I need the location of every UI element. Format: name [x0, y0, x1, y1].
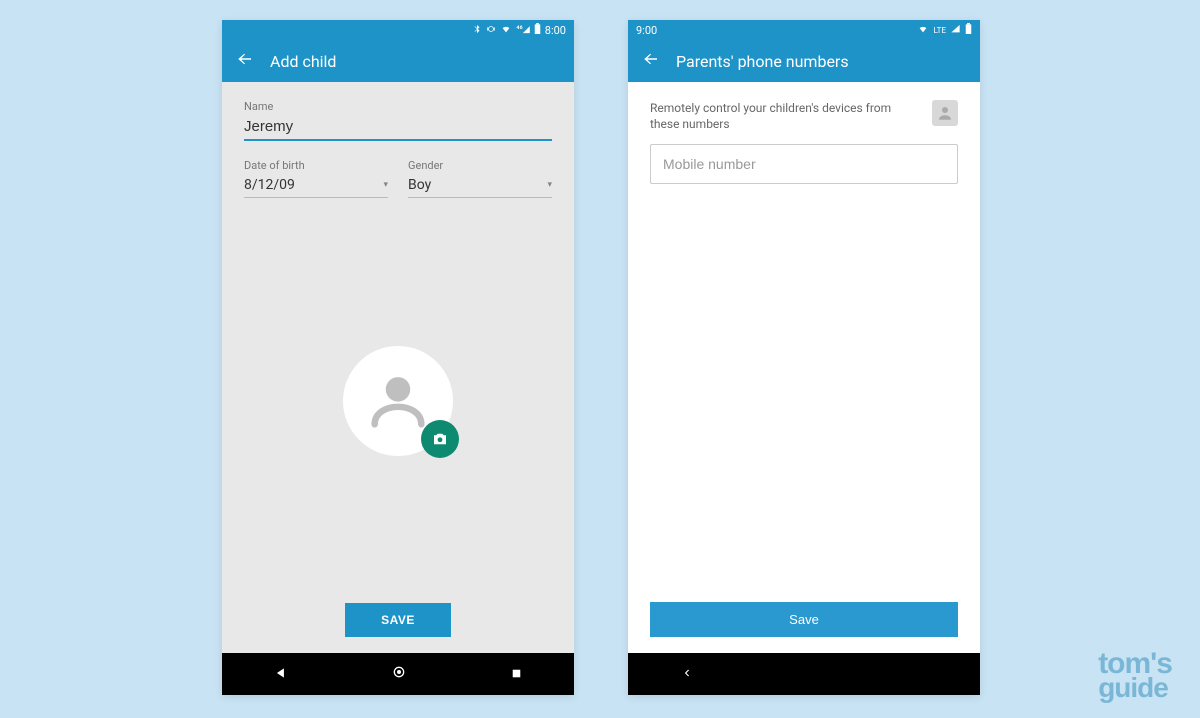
back-arrow-icon[interactable] [642, 50, 660, 72]
signal-icon [950, 24, 961, 37]
dob-gender-row: Date of birth 8/12/09 ▾ Gender Boy ▾ [244, 159, 552, 198]
person-icon [363, 366, 433, 436]
bluetooth-icon [472, 24, 482, 37]
dob-dropdown[interactable]: 8/12/09 ▾ [244, 175, 388, 198]
watermark-logo: tom's guide [1098, 651, 1172, 700]
square-recent-icon [510, 667, 523, 680]
avatar-placeholder [343, 346, 453, 456]
clock-text: 8:00 [545, 24, 566, 37]
page-title: Parents' phone numbers [676, 52, 849, 71]
form-content: Name Date of birth 8/12/09 ▾ Gender Boy … [222, 82, 574, 653]
form-content: Remotely control your children's devices… [628, 82, 980, 653]
vibrate-icon [486, 24, 496, 37]
name-field-group: Name [244, 100, 552, 141]
spacer [650, 184, 958, 602]
name-input[interactable] [244, 116, 552, 141]
battery-icon [965, 23, 972, 37]
dob-field-group: Date of birth 8/12/09 ▾ [244, 159, 388, 198]
status-bar: 9:00 LTE [628, 20, 980, 40]
info-text: Remotely control your children's devices… [650, 100, 922, 132]
gender-dropdown[interactable]: Boy ▾ [408, 175, 552, 198]
wifi-icon [917, 24, 929, 37]
person-icon [932, 100, 958, 126]
wifi-icon [500, 24, 512, 37]
android-nav-bar [222, 653, 574, 695]
clock-text: 9:00 [636, 24, 657, 37]
back-arrow-icon[interactable] [236, 50, 254, 72]
gender-label: Gender [408, 159, 552, 172]
avatar-area [244, 198, 552, 603]
info-row: Remotely control your children's devices… [650, 100, 958, 132]
chevron-left-icon [683, 666, 692, 680]
android-nav-bar [628, 653, 980, 695]
page-title: Add child [270, 52, 336, 71]
chevron-down-icon: ▾ [547, 180, 552, 190]
name-label: Name [244, 100, 552, 113]
signal-icon: ⁴⁶◢ [516, 25, 530, 35]
save-button[interactable]: SAVE [345, 603, 451, 637]
dob-value: 8/12/09 [244, 177, 295, 193]
circle-home-icon [391, 664, 407, 680]
gender-value: Boy [408, 177, 431, 193]
save-button[interactable]: Save [650, 602, 958, 637]
nav-back-button[interactable] [683, 665, 692, 684]
app-bar: Add child [222, 40, 574, 82]
chevron-down-icon: ▾ [383, 180, 388, 190]
nav-home-button[interactable] [391, 664, 407, 684]
gender-field-group: Gender Boy ▾ [408, 159, 552, 198]
nav-back-button[interactable] [274, 665, 288, 684]
watermark-line2: guide [1098, 676, 1172, 700]
triangle-back-icon [274, 666, 288, 680]
mobile-number-input[interactable] [650, 144, 958, 184]
status-bar: ⁴⁶◢ 8:00 [222, 20, 574, 40]
app-bar: Parents' phone numbers [628, 40, 980, 82]
phone-right-parents-phone: 9:00 LTE Parents' phone numbers Remotely… [628, 20, 980, 695]
phone-left-add-child: ⁴⁶◢ 8:00 Add child Name Date of birth 8/… [222, 20, 574, 695]
battery-icon [534, 23, 541, 37]
lte-text: LTE [933, 26, 946, 35]
camera-icon [431, 430, 449, 448]
dob-label: Date of birth [244, 159, 388, 172]
nav-recent-button[interactable] [510, 665, 523, 684]
camera-fab[interactable] [421, 420, 459, 458]
